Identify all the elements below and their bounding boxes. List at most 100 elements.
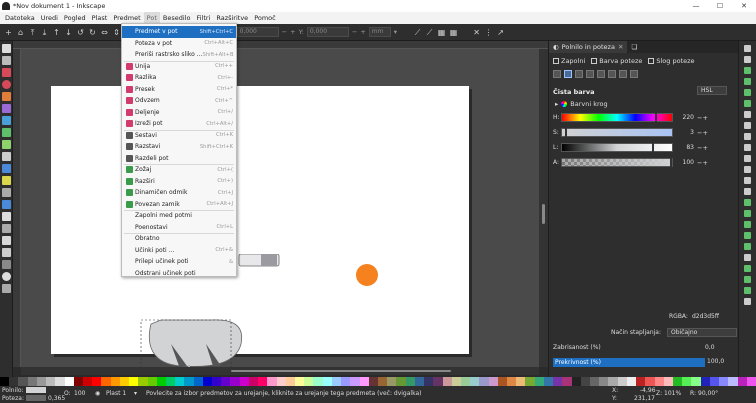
slider-track[interactable] — [561, 158, 673, 167]
plus-icon[interactable]: + — [360, 28, 365, 36]
palette-swatch[interactable] — [73, 377, 83, 386]
palette-swatch[interactable] — [645, 377, 655, 386]
palette-swatch[interactable] — [92, 377, 102, 386]
vertical-ruler[interactable] — [13, 49, 21, 367]
new-icon[interactable] — [744, 45, 751, 52]
xml-editor-icon[interactable] — [744, 287, 751, 294]
palette-swatch[interactable] — [147, 377, 157, 386]
palette-swatch[interactable] — [405, 377, 415, 386]
color-wheel-toggle[interactable]: ▸ Barvni krog — [555, 100, 608, 108]
chevron-down-icon[interactable]: ▾ — [394, 28, 397, 36]
palette-swatch[interactable] — [9, 377, 19, 386]
palette-swatch[interactable] — [18, 377, 28, 386]
palette-swatch[interactable] — [534, 377, 544, 386]
path-menu-item[interactable]: Poteza v pot Ctrl+Alt+C — [122, 38, 236, 50]
menu-layer[interactable]: Plast — [89, 12, 111, 24]
stepper-icon[interactable]: −+ — [697, 114, 708, 122]
print-icon[interactable] — [744, 78, 751, 85]
duplicate-icon[interactable] — [744, 199, 751, 206]
palette-swatch[interactable] — [543, 377, 554, 386]
y-input[interactable]: 0,000 — [306, 27, 349, 37]
x-input[interactable]: 0,000 — [236, 27, 279, 37]
path-menu-item[interactable]: Zožaj Ctrl+( — [122, 164, 236, 176]
palette-swatch[interactable] — [377, 377, 388, 386]
eraser-tool-icon[interactable] — [2, 236, 11, 245]
path-menu-item[interactable]: Preriši rastrsko sliko ... Shift+Alt+B — [122, 49, 236, 61]
palette-swatch[interactable] — [460, 377, 471, 386]
group-icon[interactable] — [744, 221, 751, 228]
palette-swatch[interactable] — [691, 377, 701, 386]
menu-file[interactable]: Datoteka — [2, 12, 38, 24]
align-icon[interactable] — [744, 276, 751, 283]
path-menu-item[interactable]: Razdeli pot — [122, 153, 236, 165]
palette-swatch[interactable] — [396, 377, 406, 386]
text-tool-icon[interactable] — [2, 152, 11, 161]
palette-swatch[interactable] — [184, 377, 194, 386]
gradient-tool-icon[interactable] — [2, 164, 11, 173]
palette-swatch[interactable] — [276, 377, 286, 386]
palette-swatch[interactable] — [230, 377, 240, 386]
move-gradient-icon[interactable]: ▦ — [437, 28, 446, 37]
ungroup-icon[interactable] — [744, 232, 751, 239]
path-menu-item[interactable]: Obratno — [122, 233, 236, 245]
palette-swatch[interactable] — [212, 377, 222, 386]
import-icon[interactable] — [744, 89, 751, 96]
blend-mode-select[interactable]: Običajno — [666, 328, 737, 337]
palette-swatch[interactable] — [507, 377, 517, 386]
palette-swatch[interactable] — [682, 377, 692, 386]
slider-value[interactable]: 100 — [678, 159, 694, 166]
palette-swatch[interactable] — [442, 377, 452, 386]
palette-swatch[interactable] — [322, 377, 332, 386]
path-menu-item[interactable]: Sestavi Ctrl+K — [122, 130, 236, 142]
palette-swatch[interactable] — [663, 377, 673, 386]
slider-value[interactable]: 220 — [678, 114, 694, 121]
palette-swatch[interactable] — [64, 377, 74, 386]
move-pattern-icon[interactable]: ▦ — [449, 28, 458, 37]
slider-track[interactable] — [561, 113, 673, 122]
palette-swatch[interactable] — [258, 377, 268, 386]
color-palette[interactable] — [0, 377, 756, 386]
stepper-icon[interactable]: −+ — [697, 159, 708, 167]
paint-bucket-tool-icon[interactable] — [2, 200, 11, 209]
palette-swatch[interactable] — [580, 377, 590, 386]
pencil-tool-icon[interactable] — [2, 140, 11, 149]
path-menu-item[interactable]: Izreži pot Ctrl+Alt+/ — [122, 118, 236, 130]
linear-gradient-icon[interactable] — [575, 70, 583, 78]
star-tool-icon[interactable] — [2, 92, 11, 101]
canvas[interactable] — [21, 49, 539, 367]
spiral-tool-icon[interactable] — [2, 104, 11, 113]
radial-gradient-icon[interactable] — [586, 70, 594, 78]
palette-swatch[interactable] — [516, 377, 526, 386]
layer-visibility-icon[interactable]: ◉ — [95, 390, 100, 397]
cut-icon[interactable] — [744, 144, 751, 151]
palette-swatch[interactable] — [138, 377, 148, 386]
palette-swatch[interactable] — [119, 377, 130, 386]
align-bottom-icon[interactable]: ⤓ — [40, 28, 49, 37]
selector-tool-icon[interactable] — [2, 44, 11, 53]
palette-swatch[interactable] — [36, 377, 47, 386]
zoom-tool-icon[interactable] — [2, 272, 11, 281]
palette-swatch[interactable] — [626, 377, 637, 386]
palette-swatch[interactable] — [193, 377, 203, 386]
zoom-selection-icon[interactable] — [744, 166, 751, 173]
close-icon[interactable]: ✕ — [618, 43, 623, 51]
palette-swatch[interactable] — [479, 377, 489, 386]
fill-swatch[interactable] — [26, 387, 46, 393]
palette-swatch[interactable] — [221, 377, 231, 386]
mesh-tool-icon[interactable] — [2, 176, 11, 185]
palette-swatch[interactable] — [414, 377, 425, 386]
stroke-width-value[interactable]: 0,365 — [48, 395, 65, 402]
flip-horizontal-icon[interactable]: ⇔ — [100, 28, 109, 37]
palette-swatch[interactable] — [295, 377, 305, 386]
lower-icon[interactable]: ↓ — [64, 28, 73, 37]
palette-swatch[interactable] — [0, 377, 10, 386]
color-mode-select[interactable]: HSL — [697, 86, 727, 95]
opacity-slider[interactable]: Prekrivnost (%) — [553, 358, 705, 367]
palette-swatch[interactable] — [46, 377, 56, 386]
minus-icon[interactable]: − — [352, 28, 357, 36]
path-menu-item[interactable]: Predmet v pot Shift+Ctrl+C — [122, 26, 236, 38]
palette-swatch[interactable] — [285, 377, 295, 386]
palette-swatch[interactable] — [156, 377, 166, 386]
slider-handle[interactable] — [565, 128, 568, 137]
dropper-tool-icon[interactable] — [2, 188, 11, 197]
